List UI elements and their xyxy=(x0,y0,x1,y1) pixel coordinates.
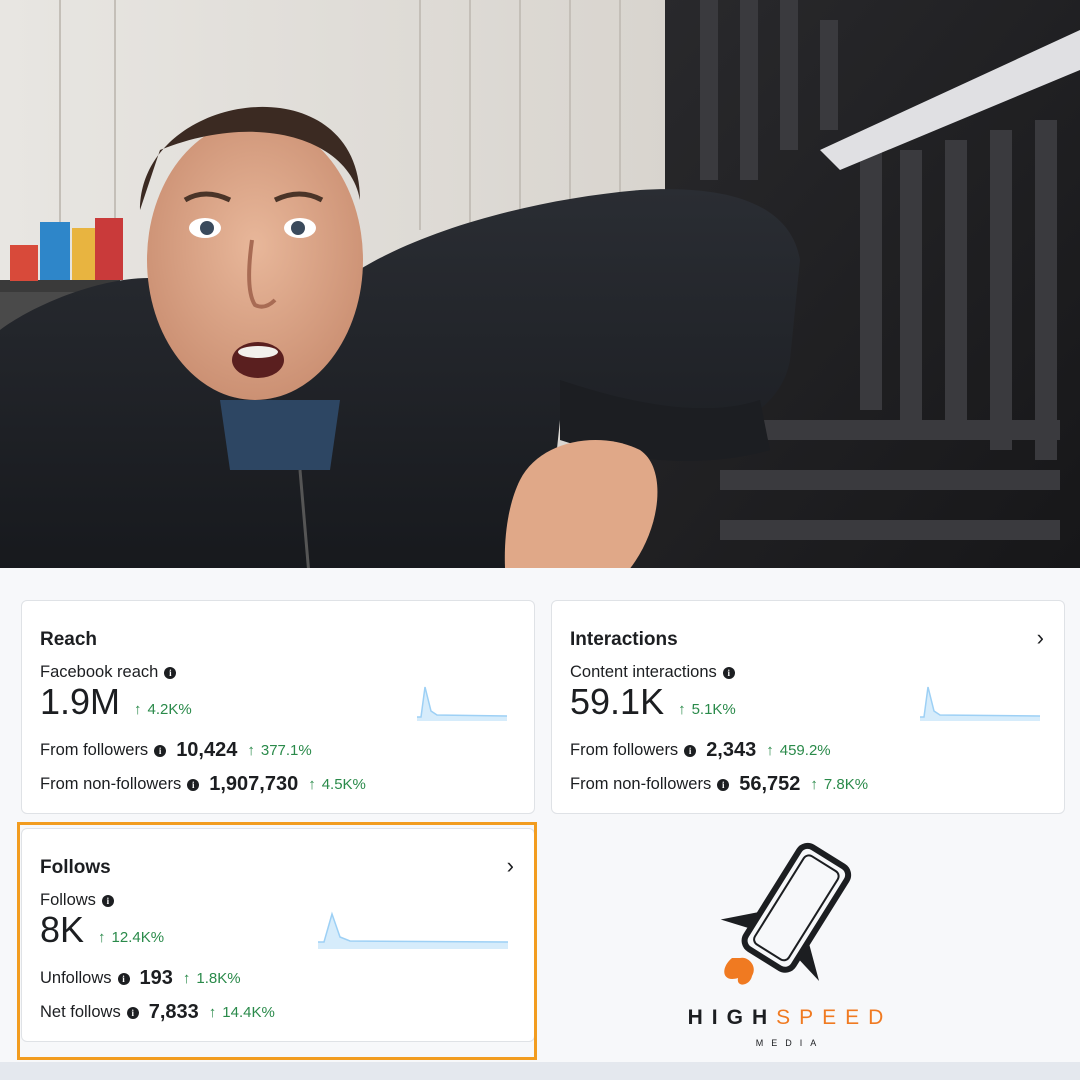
reach-card[interactable]: Reach Facebook reach i 1.9M ↑ 4.2K% From … xyxy=(21,600,535,814)
info-icon[interactable]: i xyxy=(684,744,697,757)
facebook-reach-label: Facebook reach i xyxy=(40,663,177,682)
row-value: 1,907,730 xyxy=(209,773,299,795)
arrow-up-icon: ↑ xyxy=(134,701,142,718)
reach-sparkline xyxy=(417,686,507,721)
info-icon[interactable]: i xyxy=(187,778,200,791)
follows-highlight-box xyxy=(17,822,537,1060)
reach-card-title: Reach xyxy=(40,629,98,650)
row-value: 2,343 xyxy=(706,739,757,761)
interactions-value-row: 59.1K ↑ 5.1K% xyxy=(570,681,736,723)
row-label-text: From non-followers xyxy=(570,775,712,793)
reach-delta: ↑ 4.2K% xyxy=(134,701,192,718)
row-label: From followers i xyxy=(40,741,167,760)
interactions-card[interactable]: Interactions › Content interactions i 59… xyxy=(551,600,1065,814)
delta-text: 5.1K% xyxy=(691,701,736,718)
arrow-up-icon: ↑ xyxy=(247,742,255,759)
delta-text: 4.5K% xyxy=(321,776,366,793)
highspeed-media-logo: HIGHSPEED MEDIA xyxy=(640,838,940,1058)
info-icon[interactable]: i xyxy=(164,666,177,679)
row-value: 56,752 xyxy=(739,773,801,795)
reach-value-row: 1.9M ↑ 4.2K% xyxy=(40,681,192,723)
row-label: From followers i xyxy=(570,741,697,760)
row-delta: ↑ 7.8K% xyxy=(810,776,868,793)
reach-value: 1.9M xyxy=(40,681,121,722)
reach-row-followers: From followers i 10,424 ↑ 377.1% xyxy=(40,739,312,762)
brand-wordmark: HIGHSPEED xyxy=(640,1006,940,1030)
row-label: From non-followers i xyxy=(40,775,200,794)
interactions-row-non-followers: From non-followers i 56,752 ↑ 7.8K% xyxy=(570,773,868,796)
row-label-text: From non-followers xyxy=(40,775,182,793)
info-icon[interactable]: i xyxy=(722,666,735,679)
row-delta: ↑ 377.1% xyxy=(247,742,311,759)
metric-label-text: Facebook reach xyxy=(40,663,159,681)
interactions-delta: ↑ 5.1K% xyxy=(678,701,736,718)
rocket-phone-icon xyxy=(720,842,852,985)
info-icon[interactable]: i xyxy=(717,778,730,791)
metric-label-text: Content interactions xyxy=(570,663,717,681)
delta-text: 377.1% xyxy=(260,742,312,759)
row-label-text: From followers xyxy=(570,741,679,759)
bottom-strip xyxy=(0,1062,1080,1080)
arrow-up-icon: ↑ xyxy=(766,742,774,759)
delta-text: 459.2% xyxy=(779,742,831,759)
brand-word-media: MEDIA xyxy=(755,1038,825,1048)
reach-row-non-followers: From non-followers i 1,907,730 ↑ 4.5K% xyxy=(40,773,366,796)
arrow-up-icon: ↑ xyxy=(810,776,818,793)
row-delta: ↑ 4.5K% xyxy=(308,776,366,793)
content-interactions-label: Content interactions i xyxy=(570,663,735,682)
arrow-up-icon: ↑ xyxy=(308,776,316,793)
brand-word-high: HIGH xyxy=(687,1006,777,1029)
arrow-up-icon: ↑ xyxy=(678,701,686,718)
delta-text: 4.2K% xyxy=(147,701,192,718)
interactions-value: 59.1K xyxy=(570,681,665,722)
interactions-sparkline xyxy=(920,686,1040,721)
brand-word-speed: SPEED xyxy=(776,1006,893,1029)
row-label-text: From followers xyxy=(40,741,149,759)
interactions-row-followers: From followers i 2,343 ↑ 459.2% xyxy=(570,739,831,762)
info-icon[interactable]: i xyxy=(154,744,167,757)
presenter-photo xyxy=(0,0,1080,610)
row-label: From non-followers i xyxy=(570,775,730,794)
chevron-right-icon[interactable]: › xyxy=(1037,625,1044,651)
delta-text: 7.8K% xyxy=(823,776,869,793)
row-delta: ↑ 459.2% xyxy=(766,742,830,759)
row-value: 10,424 xyxy=(176,739,238,761)
interactions-card-title: Interactions xyxy=(570,629,678,650)
